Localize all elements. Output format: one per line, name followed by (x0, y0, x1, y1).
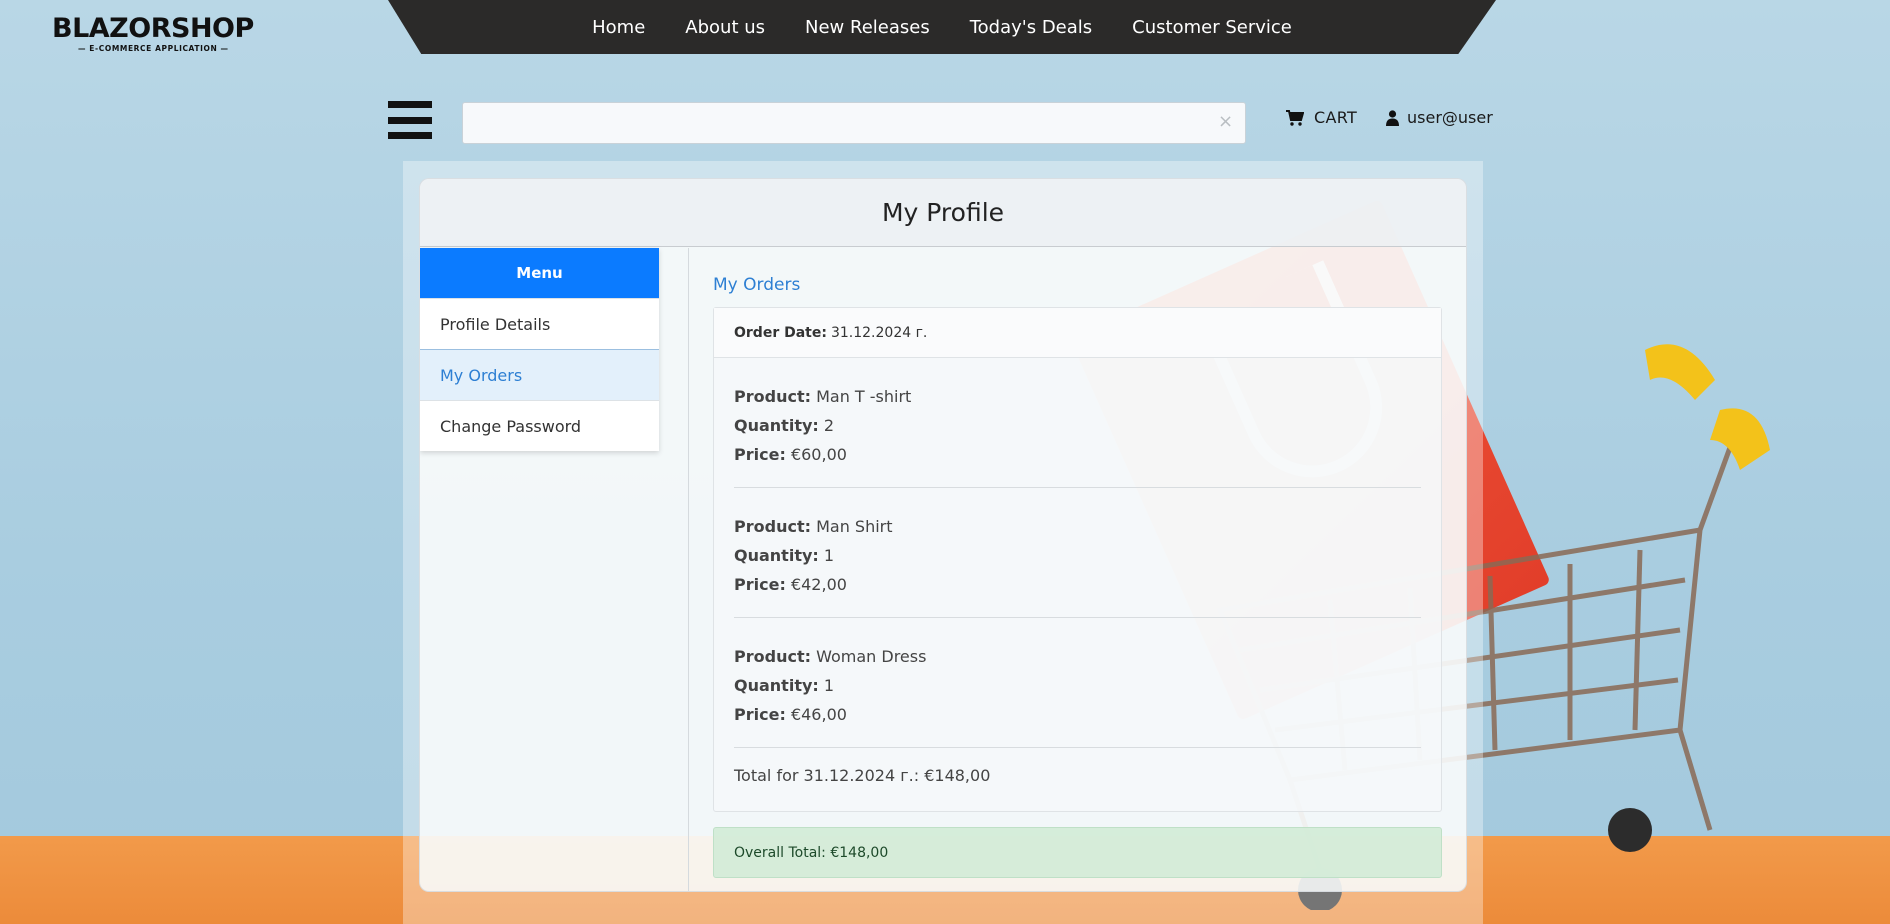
price-label: Price: (734, 705, 786, 724)
order-item: Product: Woman Dress Quantity: 1 Price: … (734, 618, 1421, 748)
product-price: €42,00 (790, 575, 847, 594)
product-quantity: 1 (823, 676, 835, 695)
order-date-header: Order Date: 31.12.2024 г. (714, 308, 1441, 358)
close-icon[interactable]: × (1218, 111, 1233, 132)
product-quantity: 2 (823, 416, 835, 435)
product-label: Product: (734, 387, 811, 406)
page-title: My Profile (881, 198, 1005, 227)
hamburger-bar (388, 132, 432, 139)
top-navigation: Home About us New Releases Today's Deals… (388, 0, 1496, 54)
brand-logo[interactable]: BLAZORSHOP — E-COMMERCE APPLICATION — (52, 13, 254, 54)
price-label: Price: (734, 445, 786, 464)
menu-item-change-password[interactable]: Change Password (420, 400, 659, 451)
nav-todays-deals[interactable]: Today's Deals (970, 17, 1092, 38)
product-label: Product: (734, 647, 811, 666)
profile-card-header: My Profile (420, 179, 1466, 247)
cart-icon (1286, 109, 1304, 126)
quantity-label: Quantity: (734, 416, 819, 435)
search-input[interactable] (462, 102, 1246, 144)
product-price: €60,00 (790, 445, 847, 464)
nav-about-us[interactable]: About us (685, 17, 765, 38)
menu-item-profile-details[interactable]: Profile Details (420, 298, 659, 349)
user-icon (1386, 109, 1399, 126)
hamburger-bar (388, 101, 432, 108)
order-items: Product: Man T -shirt Quantity: 2 Price:… (714, 358, 1441, 811)
price-label: Price: (734, 575, 786, 594)
nav-new-releases[interactable]: New Releases (805, 17, 930, 38)
my-orders-link[interactable]: My Orders (713, 275, 1442, 295)
profile-sidebar: Menu Profile Details My Orders Change Pa… (420, 248, 689, 891)
overall-total-alert: Overall Total: €148,00 (713, 827, 1442, 878)
nav-customer-service[interactable]: Customer Service (1132, 17, 1292, 38)
logo-tagline: — E-COMMERCE APPLICATION — (78, 44, 229, 53)
order-card: Order Date: 31.12.2024 г. Product: Man T… (713, 307, 1442, 812)
quantity-label: Quantity: (734, 546, 819, 565)
product-name: Woman Dress (816, 647, 927, 666)
profile-card: My Profile Menu Profile Details My Order… (419, 178, 1467, 892)
order-total: Total for 31.12.2024 г.: €148,00 (734, 766, 991, 785)
hamburger-bar (388, 116, 432, 124)
cart-label: CART (1314, 108, 1358, 127)
user-email: user@user (1407, 108, 1493, 127)
product-quantity: 1 (823, 546, 835, 565)
product-name: Man Shirt (816, 517, 893, 536)
orders-content: My Orders Order Date: 31.12.2024 г. Prod… (713, 248, 1442, 891)
logo-wordmark: BLAZORSHOP (52, 13, 254, 44)
quantity-label: Quantity: (734, 676, 819, 695)
menu-item-my-orders[interactable]: My Orders (420, 349, 659, 400)
order-item: Product: Man T -shirt Quantity: 2 Price:… (734, 358, 1421, 488)
product-name: Man T -shirt (816, 387, 912, 406)
product-price: €46,00 (790, 705, 847, 724)
order-item: Product: Man Shirt Quantity: 1 Price: €4… (734, 488, 1421, 618)
order-date-label: Order Date: (734, 324, 827, 341)
cart-button[interactable]: CART (1286, 108, 1357, 127)
nav-home[interactable]: Home (592, 17, 645, 38)
order-date-value: 31.12.2024 г. (830, 324, 928, 341)
product-label: Product: (734, 517, 811, 536)
hamburger-icon[interactable] (388, 101, 432, 139)
menu-title: Menu (420, 248, 659, 298)
user-account-button[interactable]: user@user (1386, 108, 1493, 127)
profile-menu: Menu Profile Details My Orders Change Pa… (420, 248, 659, 451)
